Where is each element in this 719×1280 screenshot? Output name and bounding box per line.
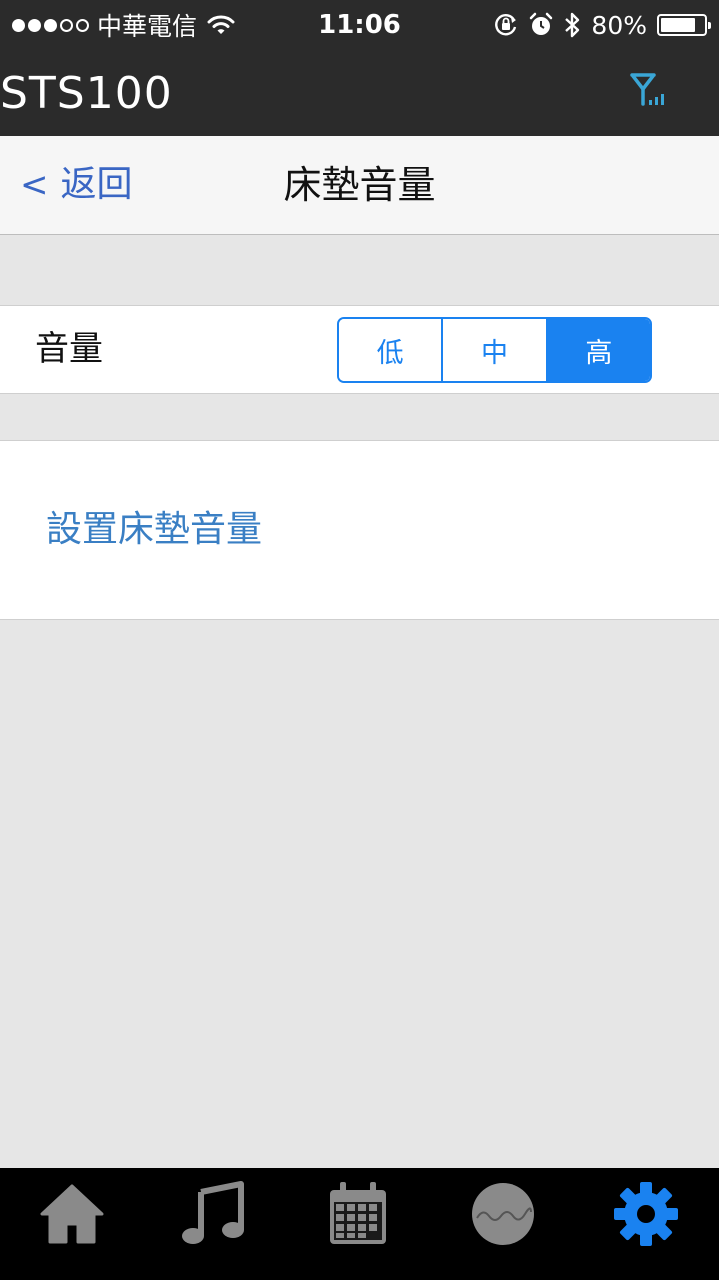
volume-row: 音量 低 中 高 [0, 305, 719, 394]
signal-dot [76, 18, 89, 32]
chevron-left-icon: < [20, 165, 49, 205]
tab-music[interactable] [179, 1178, 251, 1250]
gear-icon [614, 1182, 678, 1246]
volume-option-medium[interactable]: 中 [441, 319, 546, 381]
carrier-name: 中華電信 [97, 12, 198, 41]
signal-dot [12, 18, 25, 32]
tab-calendar[interactable] [322, 1178, 394, 1250]
battery-nub [708, 22, 711, 29]
app-title: STS100 [0, 68, 173, 119]
battery-icon [657, 14, 711, 36]
status-bar: 中華電信 11:06 80% [0, 0, 719, 50]
battery-percent: 80% [591, 10, 647, 40]
navigation-bar: < 返回 床墊音量 [0, 136, 719, 235]
rotation-lock-icon [495, 14, 517, 36]
set-volume-row[interactable]: 設置床墊音量 [0, 440, 719, 620]
cell-signal-dots [12, 18, 89, 32]
volume-option-low[interactable]: 低 [339, 319, 442, 381]
battery-fill [661, 18, 695, 32]
volume-option-high[interactable]: 高 [545, 319, 650, 381]
signal-dot [28, 18, 41, 32]
tab-bar [0, 1168, 719, 1280]
tab-settings[interactable] [610, 1178, 682, 1250]
volume-segmented-control[interactable]: 低 中 高 [337, 317, 652, 383]
back-label: 返回 [60, 164, 133, 205]
wifi-icon [207, 15, 235, 34]
app-header: STS100 [0, 50, 719, 136]
home-icon [40, 1184, 104, 1244]
status-left: 中華電信 [12, 8, 235, 42]
set-volume-button[interactable]: 設置床墊音量 [46, 507, 262, 553]
signal-dot [60, 18, 73, 32]
signal-dot [44, 18, 57, 32]
volume-label: 音量 [35, 329, 103, 369]
wave-icon [472, 1183, 534, 1245]
alarm-icon [530, 12, 553, 35]
status-right: 80% [493, 8, 711, 42]
music-note-icon [182, 1181, 244, 1244]
signal-antenna-icon[interactable] [629, 70, 671, 110]
back-button[interactable]: < 返回 [20, 162, 133, 208]
calendar-icon [330, 1182, 386, 1244]
tab-wave[interactable] [467, 1178, 539, 1250]
bluetooth-icon [565, 12, 580, 38]
tab-home[interactable] [36, 1178, 108, 1250]
